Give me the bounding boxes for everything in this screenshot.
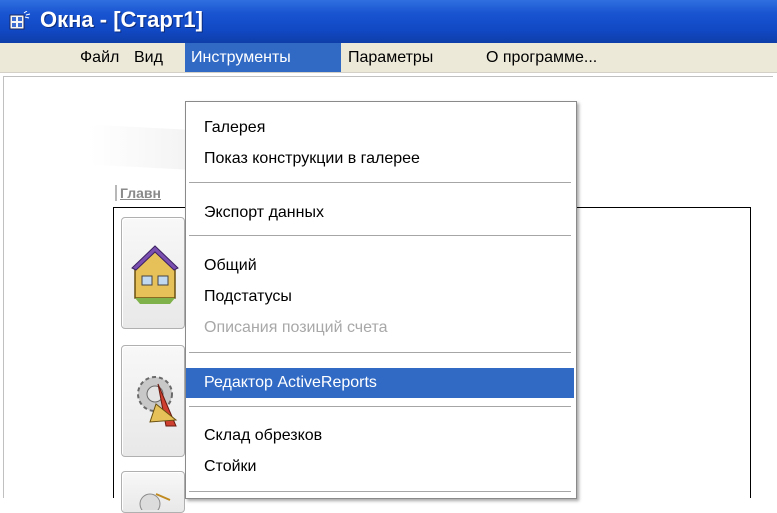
menu-item-general[interactable]: Общий [186, 252, 574, 279]
menu-tools[interactable]: Инструменты [185, 43, 341, 72]
menu-separator [189, 352, 571, 354]
menu-file[interactable]: Файл [74, 43, 125, 72]
house-tile-button[interactable] [121, 217, 185, 329]
menu-item-export-data[interactable]: Экспорт данных [186, 199, 574, 226]
menu-item-gallery[interactable]: Галерея [186, 114, 574, 141]
menu-item-racks[interactable]: Стойки [186, 453, 574, 480]
menu-separator [189, 491, 571, 493]
menu-item-show-construction-gallery[interactable]: Показ конструкции в галерее [186, 145, 574, 172]
section-tab-main[interactable]: Главн [115, 185, 161, 201]
menu-separator [189, 182, 571, 184]
house-tile-icon [131, 245, 179, 304]
menu-bar: Файл Вид Инструменты Параметры О програм… [0, 43, 777, 73]
menu-about[interactable]: О программе... [480, 43, 603, 72]
menu-item-invoice-descriptions: Описания позиций счета [204, 319, 388, 336]
menu-item-activereports-editor[interactable]: Редактор ActiveReports [186, 368, 574, 398]
menu-separator [189, 406, 571, 408]
window-title: Окна - [Старт1] [40, 7, 203, 32]
title-bar[interactable]: Окна - [Старт1] [0, 0, 777, 43]
tools-dropdown-menu: Галерея Показ конструкции в галерее Эксп… [185, 101, 577, 499]
partial-tile-icon [139, 493, 171, 510]
menu-item-offcuts-warehouse[interactable]: Склад обрезков [186, 422, 574, 449]
menu-parameters[interactable]: Параметры [342, 43, 439, 72]
menu-item-substatuses[interactable]: Подстатусы [186, 283, 574, 310]
menu-separator [189, 235, 571, 237]
partial-tile-button[interactable] [121, 471, 185, 513]
app-window-icon[interactable] [9, 10, 31, 31]
gear-tile-button[interactable] [121, 345, 185, 457]
menu-view[interactable]: Вид [128, 43, 169, 72]
gear-tile-icon [137, 376, 178, 427]
